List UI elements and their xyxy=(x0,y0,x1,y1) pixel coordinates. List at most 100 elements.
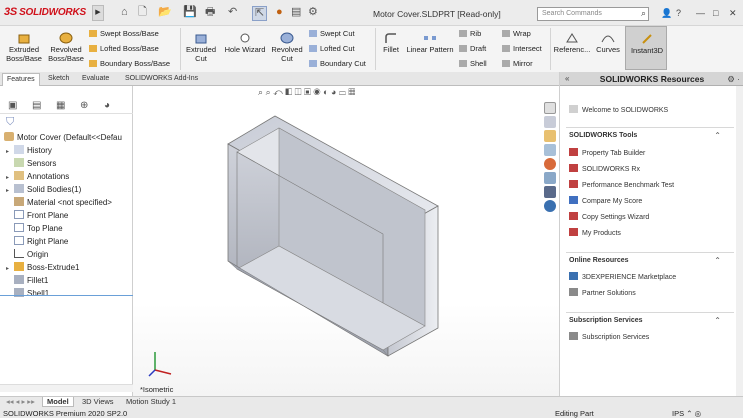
view-palette-icon[interactable] xyxy=(544,144,556,156)
revolved-boss-button[interactable]: Revolved Boss/Base xyxy=(46,32,86,63)
tool-property-tab-builder[interactable]: Property Tab Builder xyxy=(569,148,645,157)
tab-scroll-arrows[interactable]: ◂◂ ◂ ▸ ▸▸ xyxy=(2,397,39,407)
feature-manager-icon[interactable]: ▣ xyxy=(8,100,17,111)
collapse-section-icon[interactable]: ⌃ xyxy=(714,131,721,140)
subscription-services-link[interactable]: Subscription Services xyxy=(569,332,649,341)
filter-icon[interactable]: ⛉ xyxy=(6,116,14,129)
3dexperience-icon[interactable] xyxy=(544,200,556,212)
feature-manager-panel: ▣ ▤ ▦ ⊕ ◕ ⛉ Motor Cover (Default<<Defau … xyxy=(0,86,133,396)
close-button[interactable]: ✕ xyxy=(729,8,737,19)
solidworks-logo[interactable]: 3S SOLIDWORKS xyxy=(4,6,86,18)
tool-solidworks-rx[interactable]: SOLIDWORKS Rx xyxy=(569,164,640,173)
rollback-bar[interactable] xyxy=(0,295,133,296)
tool-my-products[interactable]: My Products xyxy=(569,228,621,237)
intersect-button[interactable]: Intersect xyxy=(502,44,542,53)
save-icon[interactable]: 💾 xyxy=(183,6,197,19)
hole-wizard-button[interactable]: Hole Wizard xyxy=(222,32,268,54)
lofted-boss-button[interactable]: Lofted Boss/Base xyxy=(89,44,159,53)
curves-button[interactable]: Curves xyxy=(593,32,623,54)
boundary-boss-button[interactable]: Boundary Boss/Base xyxy=(89,59,170,68)
fillet-button[interactable]: Fillet xyxy=(378,32,404,54)
tab-addins[interactable]: SOLIDWORKS Add-Ins xyxy=(121,73,202,86)
online-partner-solutions[interactable]: Partner Solutions xyxy=(569,288,636,297)
tree-item-origin[interactable]: Origin xyxy=(6,248,48,261)
unit-system[interactable]: IPS ⌃ ◎ xyxy=(672,409,701,418)
collapse-section-icon[interactable]: ⌃ xyxy=(714,256,721,265)
select-arrow-icon[interactable]: ⇱ xyxy=(252,6,268,21)
shell-button[interactable]: Shell xyxy=(459,59,487,68)
tree-item-material[interactable]: Material <not specified> xyxy=(6,196,112,209)
lofted-cut-button[interactable]: Lofted Cut xyxy=(309,44,355,53)
tab-3d-views[interactable]: 3D Views xyxy=(78,397,118,407)
rib-button[interactable]: Rib xyxy=(459,29,481,38)
graphics-area[interactable]: ⌕ ⌕ ↶ ◧ ◫ ▣ ◉ ◐ ◕ ▭ ▦ *Isometric xyxy=(133,86,559,396)
property-manager-icon[interactable]: ▤ xyxy=(32,100,41,111)
home-icon[interactable]: ⌂ xyxy=(121,6,128,19)
collapse-section-icon[interactable]: ⌃ xyxy=(714,316,721,325)
collapse-panel-icon[interactable]: « xyxy=(565,72,569,86)
solidworks-forum-icon[interactable] xyxy=(544,186,556,198)
resources-scrollbar[interactable] xyxy=(736,86,743,396)
tree-item-fillet[interactable]: Fillet1 xyxy=(6,274,48,287)
tree-item-right-plane[interactable]: Right Plane xyxy=(6,235,68,248)
online-3dexperience-marketplace[interactable]: 3DEXPERIENCE Marketplace xyxy=(569,272,676,281)
horizontal-scrollbar[interactable] xyxy=(0,384,133,392)
maximize-button[interactable]: □ xyxy=(713,8,718,18)
dimxpert-icon[interactable]: ⊕ xyxy=(80,100,88,111)
tree-item-history[interactable]: ▸ History xyxy=(6,144,52,157)
tab-motion-study[interactable]: Motion Study 1 xyxy=(122,397,180,407)
menu-expand-button[interactable]: ▶ xyxy=(92,5,104,21)
appearances-icon[interactable] xyxy=(544,158,556,170)
panel-options-icon[interactable]: ⚙ · xyxy=(727,72,740,86)
mirror-button[interactable]: Mirror xyxy=(502,59,533,68)
design-library-icon[interactable] xyxy=(544,116,556,128)
wrap-button[interactable]: Wrap xyxy=(502,29,531,38)
boundary-cut-button[interactable]: Boundary Cut xyxy=(309,59,366,68)
user-icon[interactable]: 👤 xyxy=(661,8,672,19)
print-icon[interactable]: 🖶 xyxy=(205,6,215,19)
tree-item-annotations[interactable]: ▸ Annotations xyxy=(6,170,69,183)
motor-cover-model[interactable] xyxy=(133,86,559,396)
home-tab-icon[interactable] xyxy=(544,102,556,114)
extruded-boss-button[interactable]: Extruded Boss/Base xyxy=(4,32,44,63)
new-document-icon[interactable]: 🗋 xyxy=(138,6,147,19)
draft-button[interactable]: Draft xyxy=(459,44,486,53)
minimize-button[interactable]: — xyxy=(696,8,705,18)
tree-item-solid-bodies[interactable]: ▸ Solid Bodies(1) xyxy=(6,183,81,196)
search-commands-input[interactable]: Search Commands ⌕ xyxy=(537,7,649,21)
curves-icon xyxy=(601,32,615,44)
welcome-link[interactable]: Welcome to SOLIDWORKS xyxy=(569,105,668,114)
custom-properties-icon[interactable] xyxy=(544,172,556,184)
tree-item-boss-extrude[interactable]: ▸ Boss-Extrude1 xyxy=(6,261,79,274)
open-folder-icon[interactable]: 📂 xyxy=(158,6,172,19)
revolved-cut-button[interactable]: Revolved Cut xyxy=(269,32,305,63)
configuration-manager-icon[interactable]: ▦ xyxy=(56,100,65,111)
tab-sketch[interactable]: Sketch xyxy=(44,73,73,86)
tree-item-sensors[interactable]: Sensors xyxy=(6,157,56,170)
search-icon[interactable]: ⌕ xyxy=(641,8,646,19)
undo-icon[interactable]: ↶ xyxy=(228,6,237,19)
help-button[interactable]: ? xyxy=(676,8,681,18)
swept-boss-button[interactable]: Swept Boss/Base xyxy=(89,29,159,38)
options-gear-icon[interactable]: ⚙ xyxy=(308,6,318,19)
rebuild-icon[interactable]: ● xyxy=(276,6,283,19)
file-explorer-icon[interactable] xyxy=(544,130,556,142)
tree-item-top-plane[interactable]: Top Plane xyxy=(6,222,63,235)
tab-evaluate[interactable]: Evaluate xyxy=(78,73,113,86)
tool-copy-settings[interactable]: Copy Settings Wizard xyxy=(569,212,649,221)
tree-item-shell[interactable]: Shell1 xyxy=(6,287,49,300)
bottom-tabs: ◂◂ ◂ ▸ ▸▸ Model 3D Views Motion Study 1 xyxy=(0,397,743,407)
tree-item-front-plane[interactable]: Front Plane xyxy=(6,209,68,222)
reference-geometry-button[interactable]: Referenc... xyxy=(553,32,591,54)
tool-benchmark-test[interactable]: Performance Benchmark Test xyxy=(569,180,674,189)
linear-pattern-button[interactable]: Linear Pattern xyxy=(404,32,456,54)
extruded-cut-button[interactable]: Extruded Cut xyxy=(182,32,220,63)
swept-cut-button[interactable]: Swept Cut xyxy=(309,29,355,38)
display-manager-icon[interactable]: ◕ xyxy=(104,100,110,111)
file-properties-icon[interactable]: ▤ xyxy=(291,6,301,19)
tree-root[interactable]: Motor Cover (Default<<Defau xyxy=(4,131,122,144)
tab-model[interactable]: Model xyxy=(42,397,74,407)
tab-features[interactable]: Features xyxy=(2,73,40,86)
instant3d-button[interactable]: Instant3D xyxy=(625,26,667,70)
tool-compare-score[interactable]: Compare My Score xyxy=(569,196,642,205)
